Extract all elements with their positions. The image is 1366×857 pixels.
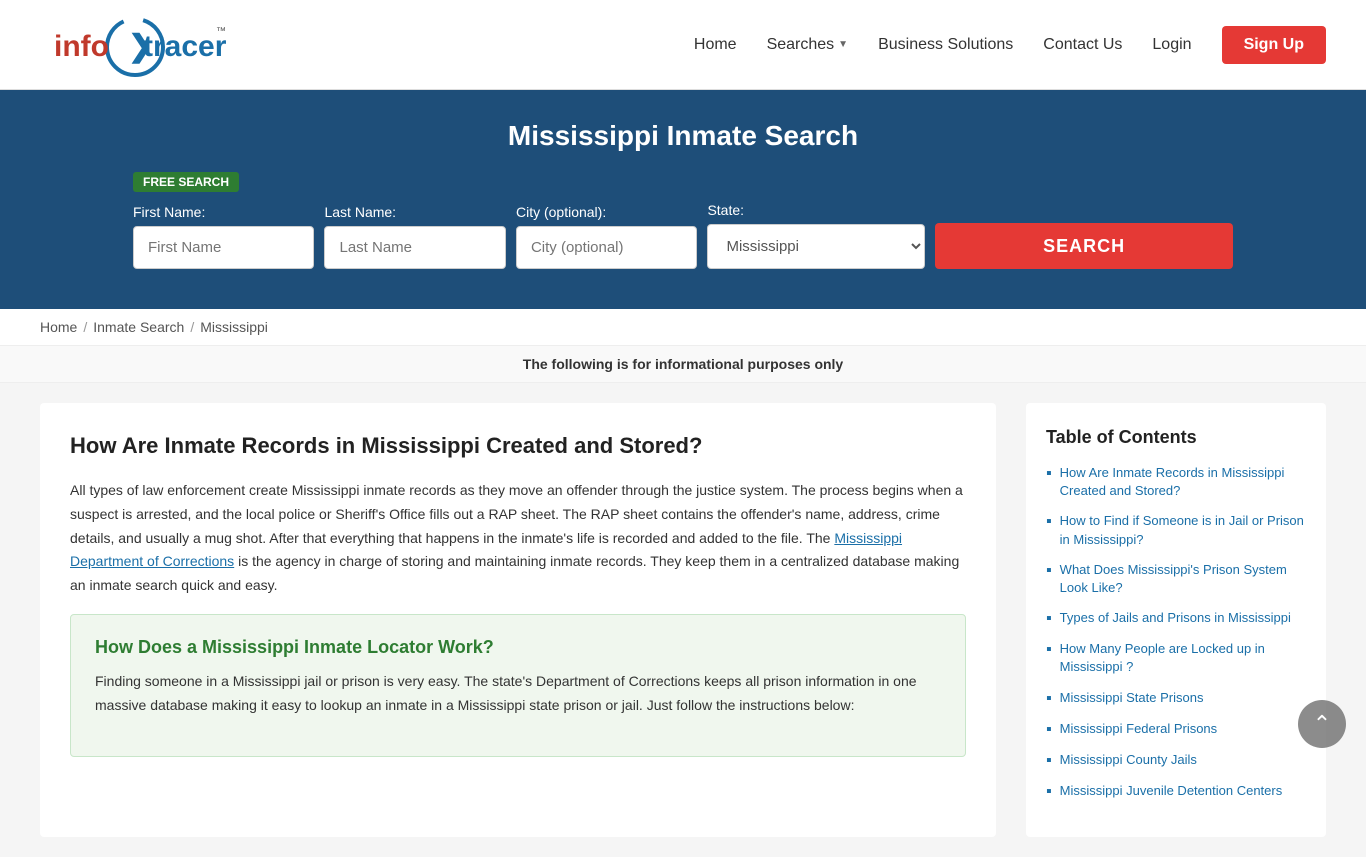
first-name-group: First Name: [133,204,314,269]
toc-item: ▪ How Many People are Locked up in Missi… [1046,640,1306,676]
main-content: How Are Inmate Records in Mississippi Cr… [0,383,1366,857]
toc-item: ▪ Mississippi Federal Prisons [1046,720,1306,739]
toc-bullet-icon: ▪ [1046,690,1052,708]
login-button[interactable]: Login [1152,36,1191,54]
toc-bullet-icon: ▪ [1046,562,1052,580]
toc-link-4[interactable]: How Many People are Locked up in Mississ… [1060,640,1306,676]
last-name-input[interactable] [324,226,505,269]
toc-link-2[interactable]: What Does Mississippi's Prison System Lo… [1060,561,1306,597]
breadcrumb-sep-2: / [190,319,194,335]
nav-home[interactable]: Home [694,36,737,54]
hero-section: Mississippi Inmate Search FREE SEARCH Fi… [0,90,1366,309]
breadcrumb-state: Mississippi [200,319,268,335]
toc-item: ▪ Mississippi County Jails [1046,751,1306,770]
toc-item: ▪ What Does Mississippi's Prison System … [1046,561,1306,597]
toc-item: ▪ How Are Inmate Records in Mississippi … [1046,464,1306,500]
toc-item: ▪ How to Find if Someone is in Jail or P… [1046,512,1306,548]
toc-link-7[interactable]: Mississippi County Jails [1060,751,1197,769]
green-box-heading: How Does a Mississippi Inmate Locator Wo… [95,637,941,658]
toc-item: ▪ Types of Jails and Prisons in Mississi… [1046,609,1306,628]
scroll-top-button[interactable]: ⌃ [1298,700,1346,748]
toc-link-8[interactable]: Mississippi Juvenile Detention Centers [1060,782,1283,800]
first-name-input[interactable] [133,226,314,269]
toc-bullet-icon: ▪ [1046,641,1052,659]
site-header: info ❯ tracer ™ Home Searches ▼ Business… [0,0,1366,90]
nav-searches[interactable]: Searches ▼ [767,36,849,54]
svg-text:tracer: tracer [143,30,227,63]
search-button[interactable]: SEARCH [935,223,1233,269]
state-label: State: [707,202,744,218]
svg-text:™: ™ [216,26,226,37]
city-input[interactable] [516,226,697,269]
toc-link-3[interactable]: Types of Jails and Prisons in Mississipp… [1060,609,1291,627]
toc-item: ▪ Mississippi State Prisons [1046,689,1306,708]
free-search-badge: FREE SEARCH [133,172,239,192]
article-heading: How Are Inmate Records in Mississippi Cr… [70,433,966,459]
breadcrumb-sep-1: / [83,319,87,335]
last-name-label: Last Name: [324,204,396,220]
toc-link-1[interactable]: How to Find if Someone is in Jail or Pri… [1060,512,1306,548]
toc-bullet-icon: ▪ [1046,610,1052,628]
first-name-label: First Name: [133,204,205,220]
toc-bullet-icon: ▪ [1046,513,1052,531]
toc-list: ▪ How Are Inmate Records in Mississippi … [1046,464,1306,801]
hero-title: Mississippi Inmate Search [40,120,1326,152]
info-bar: The following is for informational purpo… [0,346,1366,383]
breadcrumb-bar: Home / Inmate Search / Mississippi [0,309,1366,346]
article: How Are Inmate Records in Mississippi Cr… [40,403,996,837]
nav-business-solutions[interactable]: Business Solutions [878,36,1013,54]
article-paragraph-1: All types of law enforcement create Miss… [70,479,966,598]
state-select[interactable]: Mississippi Alabama Alaska Arizona [707,224,925,269]
toc-bullet-icon: ▪ [1046,752,1052,770]
svg-text:info: info [54,30,109,63]
green-box: How Does a Mississippi Inmate Locator Wo… [70,614,966,757]
city-group: City (optional): [516,204,697,269]
searches-chevron-icon: ▼ [838,39,848,50]
toc-heading: Table of Contents [1046,427,1306,448]
logo-area: info ❯ tracer ™ [40,12,230,77]
search-form: First Name: Last Name: City (optional): … [133,202,1233,269]
main-nav: Home Searches ▼ Business Solutions Conta… [694,26,1326,64]
toc-link-0[interactable]: How Are Inmate Records in Mississippi Cr… [1060,464,1306,500]
toc-box: Table of Contents ▪ How Are Inmate Recor… [1026,403,1326,837]
toc-item: ▪ Mississippi Juvenile Detention Centers [1046,782,1306,801]
toc-bullet-icon: ▪ [1046,721,1052,739]
breadcrumb: Home / Inmate Search / Mississippi [40,319,1326,335]
toc-bullet-icon: ▪ [1046,783,1052,801]
last-name-group: Last Name: [324,204,505,269]
nav-contact-us[interactable]: Contact Us [1043,36,1122,54]
state-group: State: Mississippi Alabama Alaska Arizon… [707,202,925,269]
toc-link-5[interactable]: Mississippi State Prisons [1060,689,1204,707]
logo-image: info ❯ tracer ™ [40,12,230,77]
city-label: City (optional): [516,204,606,220]
toc-link-6[interactable]: Mississippi Federal Prisons [1060,720,1218,738]
breadcrumb-home[interactable]: Home [40,319,77,335]
green-box-paragraph: Finding someone in a Mississippi jail or… [95,670,941,718]
sidebar: Table of Contents ▪ How Are Inmate Recor… [1026,403,1326,837]
breadcrumb-inmate-search[interactable]: Inmate Search [93,319,184,335]
toc-bullet-icon: ▪ [1046,465,1052,483]
signup-button[interactable]: Sign Up [1222,26,1326,64]
